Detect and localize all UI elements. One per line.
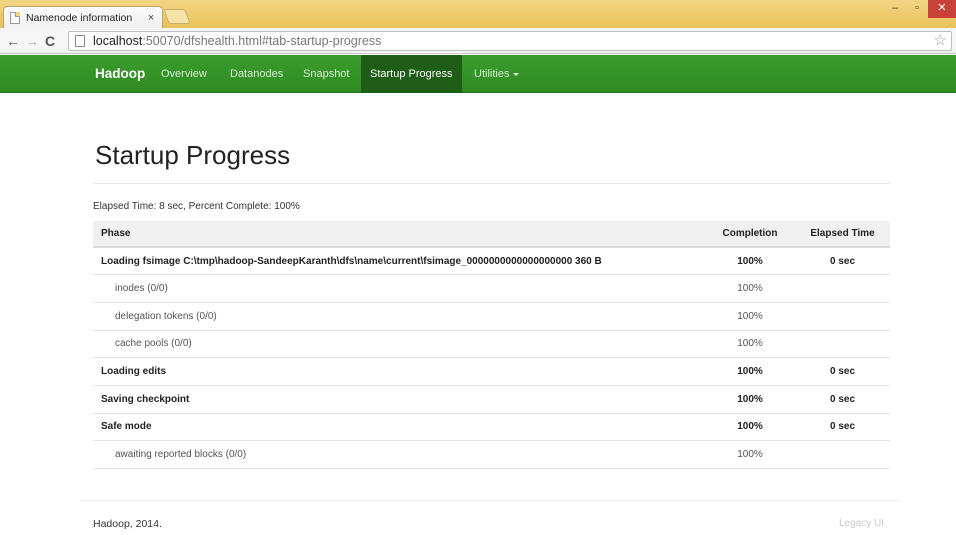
phase-cell: delegation tokens (0/0) [93,302,705,331]
table-row: Saving checkpoint 100% 0 sec [93,385,890,414]
tab-close-icon[interactable]: × [144,12,158,24]
tab-title: Namenode information [26,11,133,24]
footer-divider [80,500,900,501]
completion-cell: 100% [705,357,795,386]
elapsed-cell [795,330,890,359]
nav-snapshot[interactable]: Snapshot [294,55,358,93]
phase-cell: awaiting reported blocks (0/0) [93,440,705,469]
address-bar[interactable]: localhost:50070/dfshealth.html#tab-start… [68,31,952,51]
nav-utilities-label: Utilities [474,68,510,80]
divider [93,183,890,184]
url-host: localhost [93,34,143,48]
progress-summary: Elapsed Time: 8 sec, Percent Complete: 1… [93,201,300,212]
completion-cell: 100% [705,440,795,469]
table-row: Loading edits 100% 0 sec [93,357,890,386]
minimize-icon[interactable]: – [884,0,906,18]
phase-cell: Saving checkpoint [93,385,705,414]
reload-icon[interactable]: C [45,32,55,50]
completion-cell: 100% [705,413,795,442]
completion-cell: 100% [705,330,795,359]
page-icon [10,11,20,24]
elapsed-cell [795,274,890,303]
phase-cell: Loading edits [93,357,705,386]
elapsed-cell: 0 sec [795,385,890,414]
phase-cell: Safe mode [93,413,705,442]
browser-tab[interactable]: Namenode information × [3,6,163,28]
elapsed-cell: 0 sec [795,413,890,442]
footer-copyright: Hadoop, 2014. [93,518,162,530]
completion-cell: 100% [705,302,795,331]
nav-startup-progress[interactable]: Startup Progress [361,55,462,93]
column-header-completion: Completion [705,221,795,248]
elapsed-cell [795,440,890,469]
completion-cell: 100% [705,385,795,414]
back-arrow-icon[interactable]: ← [6,32,20,50]
brand-link[interactable]: Hadoop [95,55,145,93]
window-controls: – ▫ ✕ [884,0,956,18]
caret-down-icon [513,72,520,76]
table-row: Safe mode 100% 0 sec [93,413,890,442]
legacy-ui-link[interactable]: Legacy UI [839,518,884,529]
browser-title-bar: Namenode information × – ▫ ✕ [0,0,956,28]
window-close-icon[interactable]: ✕ [928,0,956,18]
elapsed-cell [795,302,890,331]
table-header-row: Phase Completion Elapsed Time [93,221,890,248]
new-tab-button[interactable] [163,9,191,24]
table-row: cache pools (0/0) 100% [93,330,890,359]
nav-overview[interactable]: Overview [152,55,216,93]
nav-utilities[interactable]: Utilities [465,55,528,93]
page-title: Startup Progress [95,140,291,170]
elapsed-cell: 0 sec [795,357,890,386]
url-path: :50070/dfshealth.html#tab-startup-progre… [142,34,382,48]
restore-icon[interactable]: ▫ [906,0,928,18]
bookmark-star-icon[interactable]: ☆ [934,32,947,50]
completion-cell: 100% [705,274,795,303]
top-navbar: Hadoop Overview Datanodes Snapshot Start… [0,55,956,93]
phase-cell: cache pools (0/0) [93,330,705,359]
phase-cell: Loading fsimage C:\tmp\hadoop-SandeepKar… [93,247,705,276]
table-row: awaiting reported blocks (0/0) 100% [93,440,890,469]
elapsed-cell: 0 sec [795,247,890,276]
table-row: delegation tokens (0/0) 100% [93,302,890,331]
page-icon [75,35,85,47]
column-header-phase: Phase [93,221,705,248]
nav-datanodes[interactable]: Datanodes [221,55,292,93]
column-header-elapsed-time: Elapsed Time [795,221,890,248]
forward-arrow-icon[interactable]: → [25,32,39,50]
table-row: Loading fsimage C:\tmp\hadoop-SandeepKar… [93,247,890,276]
completion-cell: 100% [705,247,795,276]
startup-progress-table: Phase Completion Elapsed Time Loading fs… [93,221,890,469]
table-row: inodes (0/0) 100% [93,274,890,303]
browser-toolbar: ← → C localhost:50070/dfshealth.html#tab… [0,28,956,54]
phase-cell: inodes (0/0) [93,274,705,303]
